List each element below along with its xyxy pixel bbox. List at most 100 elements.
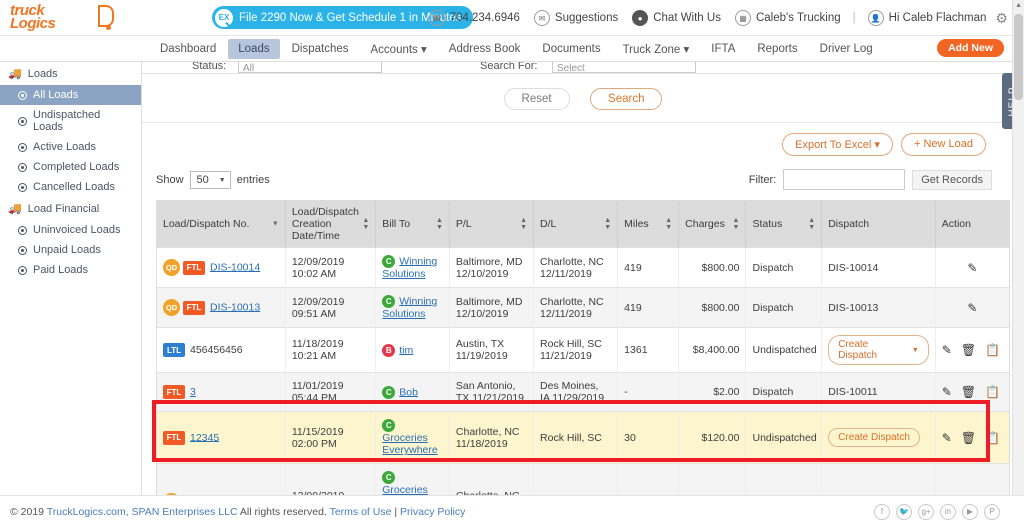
copy-clipboard-icon[interactable]: 📋 [985,432,1000,444]
edit-pencil-icon[interactable]: ✎ [967,262,977,274]
export-to-excel-button[interactable]: Export To Excel ▾ [782,133,893,156]
col-creation-date[interactable]: Load/Dispatch Creation Date/Time ▲ ▼ [285,201,377,248]
col-status[interactable]: Status ▲ ▼ [745,201,823,248]
load-number-link[interactable]: DIS-10013 [210,301,260,313]
phone-label: 704.234.6946 [449,12,520,24]
sidebar-item-undispatched-loads[interactable]: Undispatched Loads [0,105,141,137]
phone-number[interactable]: ☎ 704.234.6946 [424,10,525,26]
phone-icon: ☎ [428,10,445,26]
nav-item-loads[interactable]: Loads [228,38,280,59]
span-enterprises-link[interactable]: SPAN Enterprises LLC [129,506,238,518]
truck-icon: 🚚 [8,68,22,80]
bill-to-link[interactable]: tim [399,344,413,356]
new-load-button[interactable]: + New Load [900,133,986,156]
nav-item-accounts[interactable]: Accounts ▾ [361,38,437,60]
sort-both-icon: ▲ ▼ [808,217,816,231]
col-bill-to[interactable]: Bill To ▲ ▼ [375,201,450,248]
load-number-link[interactable]: 3 [190,386,196,398]
scrollbar-thumb[interactable] [1014,14,1023,100]
delete-trash-icon[interactable]: 🗑 [961,432,976,444]
linkedin-icon[interactable]: in [940,503,956,520]
nav-item-driver-log[interactable]: Driver Log [810,39,883,59]
sidebar-item-unpaid-loads[interactable]: Unpaid Loads [0,240,141,260]
ftl-badge: FTL [183,260,205,275]
status-select[interactable]: All [238,62,382,74]
cell-status: Dispatch [745,372,823,412]
table-row[interactable]: QD FTL DIS-10014 12/09/2019 10:02 AM C Winnin… [157,247,1009,288]
table-row[interactable]: FTL 12345 11/15/2019 02:00 PM CGroceries Ev… [157,411,1009,464]
truck-wheel-icon [106,24,111,30]
cell-dispatch: Create Dispatch [821,411,936,464]
create-dispatch-button[interactable]: Create Dispatch ▼ [828,335,929,365]
sidebar-item-label: Paid Loads [33,264,89,276]
col-miles[interactable]: Miles ▲ ▼ [617,201,680,248]
copy-clipboard-icon[interactable]: 📋 [985,386,1000,398]
bill-to-link[interactable]: Groceries Everywhere [382,432,437,456]
company-switcher[interactable]: ▦ Caleb's Trucking [730,10,846,26]
nav-item-dashboard[interactable]: Dashboard [150,39,226,59]
ftl-badge: FTL [163,430,185,445]
create-dispatch-button[interactable]: Create Dispatch [828,428,920,447]
privacy-policy-link[interactable]: Privacy Policy [400,506,465,518]
sidebar-item-active-loads[interactable]: Active Loads [0,137,141,157]
col-label: Load/Dispatch Creation Date/Time [291,206,359,242]
delete-trash-icon[interactable]: 🗑 [961,386,976,398]
chat-with-us-link[interactable]: ● Chat With Us [627,10,726,26]
nav-item-documents[interactable]: Documents [532,39,610,59]
table-row[interactable]: QD FTL DIS-10013 12/09/2019 09:51 AM C Winnin… [157,287,1009,328]
load-number-link[interactable]: 12345 [190,431,219,443]
get-records-button[interactable]: Get Records [912,169,992,190]
sidebar-item-cancelled-loads[interactable]: Cancelled Loads [0,177,141,197]
trucklogics-logo[interactable]: truck Logics [10,2,120,34]
table-row[interactable]: LTL 456456456 11/18/2019 10:21 AM Btim Austi… [157,327,1009,373]
nav-item-dispatches[interactable]: Dispatches [282,39,359,59]
scroll-up-icon[interactable]: ▲ [1015,2,1022,9]
sidebar-item-completed-loads[interactable]: Completed Loads [0,157,141,177]
col-dispatch: Dispatch [821,201,936,248]
page-size-select[interactable]: 50 ▼ [189,171,231,189]
edit-pencil-icon[interactable]: ✎ [942,386,952,398]
facebook-icon[interactable]: f [874,503,890,520]
pinterest-icon[interactable]: P [984,503,1000,520]
col-dl[interactable]: D/L ▲ ▼ [533,201,619,248]
nav-item-address-book[interactable]: Address Book [439,39,531,59]
chat-label: Chat With Us [653,12,721,24]
col-load-dispatch-no[interactable]: Load/Dispatch No. ▼ [157,201,286,248]
sidebar-item-all-loads[interactable]: All Loads [0,85,141,105]
filter-input[interactable] [783,169,906,190]
twitter-icon[interactable]: 🐦 [896,503,912,520]
bill-to-link[interactable]: Groceries Everywhere, Charlotte, NC [382,484,440,495]
edit-pencil-icon[interactable]: ✎ [942,344,952,356]
col-pl[interactable]: P/L ▲ ▼ [449,201,535,248]
suggestions-link[interactable]: ✉ Suggestions [529,10,623,26]
terms-of-use-link[interactable]: Terms of Use [330,506,392,518]
bill-to-link[interactable]: Bob [399,386,418,398]
google-plus-icon[interactable]: g+ [918,503,934,520]
search-button[interactable]: Search [590,88,663,110]
user-icon: 👤 [867,10,884,26]
page-scrollbar[interactable]: ▲ ▼ [1012,0,1024,527]
table-row[interactable]: QDFTLDIS-1001512/09/2019 01:07 PMCGrocer… [157,463,1009,495]
radio-bullet-icon [18,90,27,100]
sidebar-item-uninvoiced-loads[interactable]: Uninvoiced Loads [0,220,141,240]
add-new-button[interactable]: Add New [937,39,1004,57]
copy-clipboard-icon[interactable]: 📋 [985,344,1000,356]
page-size-value: 50 [196,174,209,186]
row-action-icons: ✎ 🗑 📋 [942,344,1003,356]
col-charges[interactable]: Charges ▲ ▼ [678,201,747,248]
user-account-menu[interactable]: 👤 Hi Caleb Flachman [863,10,992,26]
nav-item-ifta[interactable]: IFTA [701,39,745,59]
search-for-select[interactable]: Select [552,62,696,74]
delete-trash-icon[interactable]: 🗑 [961,344,976,356]
edit-pencil-icon[interactable]: ✎ [942,432,952,444]
gear-icon[interactable]: ⚙ [995,10,1008,27]
edit-pencil-icon[interactable]: ✎ [967,302,977,314]
sidebar-item-paid-loads[interactable]: Paid Loads [0,260,141,280]
load-number-link[interactable]: DIS-10014 [210,261,260,273]
nav-item-truck-zone[interactable]: Truck Zone ▾ [613,38,700,60]
reset-button[interactable]: Reset [503,88,570,110]
nav-item-reports[interactable]: Reports [747,39,807,59]
youtube-icon[interactable]: ▶ [962,503,978,520]
trucklogics-site-link[interactable]: TruckLogics.com, [47,506,129,518]
table-row[interactable]: FTL 3 11/01/2019 05:44 PM C Bob San Antonio, … [157,372,1009,412]
